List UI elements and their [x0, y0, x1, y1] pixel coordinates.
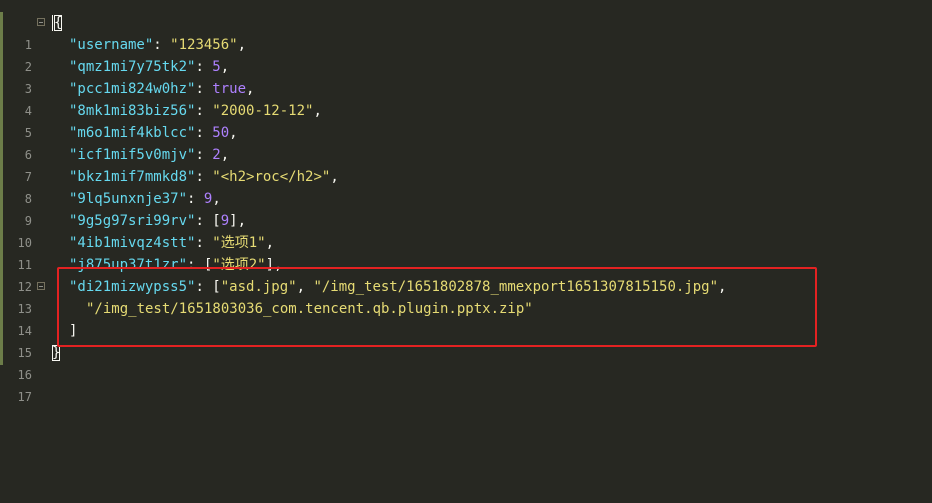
json-number-value: 5 [212, 59, 221, 75]
code-line[interactable]: 6 "m6o1mif4kblcc": 50, [0, 122, 932, 162]
code-line[interactable]: 4 "pcc1mi824w0hz": true, [0, 78, 932, 118]
code-line[interactable]: 14 "/img_test/1651803036_com.tencent.qb.… [0, 298, 932, 338]
json-key: "9lq5unxnje37" [69, 191, 188, 207]
code-line[interactable]: 10 "9g5g97sri99rv": [9], [0, 210, 932, 250]
json-open-brace: { [54, 15, 63, 31]
json-string-value: "asd.jpg" [220, 279, 297, 295]
json-close-bracket: ] [69, 323, 78, 339]
code-line[interactable]: 5 "8mk1mi83biz56": "2000-12-12", [0, 100, 932, 140]
json-string-value: "123456" [170, 37, 238, 53]
json-number-value: 2 [212, 147, 221, 163]
code-editor[interactable]: 1 { 2 "username": "123456", 3 "qmz1mi7y7… [0, 0, 932, 503]
code-line[interactable]: 2 "username": "123456", [0, 34, 932, 74]
json-boolean-value: true [212, 81, 247, 97]
json-string-value: "2000-12-12" [212, 103, 314, 119]
json-string-value: "<h2>roc</h2>" [212, 169, 331, 185]
code-line[interactable]: 8 "bkz1mif7mmkd8": "<h2>roc</h2>", [0, 166, 932, 206]
json-key: "4ib1mivqz4stt" [69, 235, 196, 251]
json-key: "username" [69, 37, 154, 53]
json-key: "9g5g97sri99rv" [69, 213, 196, 229]
fold-toggle-icon[interactable] [37, 18, 45, 26]
json-key: "j875up37t1zr" [69, 257, 188, 273]
code-line[interactable]: 17 [0, 364, 932, 404]
code-line[interactable]: 12 "j875up37t1zr": ["选项2"], [0, 254, 932, 294]
json-string-value: "/img_test/1651802878_mmexport1651307815… [313, 279, 719, 295]
json-key: "8mk1mi83biz56" [69, 103, 196, 119]
code-lines[interactable]: 1 { 2 "username": "123456", 3 "qmz1mi7y7… [0, 12, 932, 404]
line-number: 17 [17, 390, 32, 404]
json-string-value: "选项2" [212, 257, 266, 273]
code-line[interactable]: 15 ] [0, 320, 932, 360]
json-number-value: 50 [212, 125, 230, 141]
code-line[interactable]: 11 "4ib1mivqz4stt": "选项1", [0, 232, 932, 272]
json-key: "icf1mif5v0mjv" [69, 147, 196, 163]
code-line[interactable]: 7 "icf1mif5v0mjv": 2, [0, 144, 932, 184]
json-key: "qmz1mi7y75tk2" [69, 59, 196, 75]
code-line[interactable]: 16 } [0, 342, 932, 382]
code-line[interactable]: 13 "di21mizwypss5": ["asd.jpg", "/img_te… [0, 276, 932, 316]
json-key: "m6o1mif4kblcc" [69, 125, 196, 141]
json-key: "di21mizwypss5" [69, 279, 196, 295]
json-string-value: "/img_test/1651803036_com.tencent.qb.plu… [86, 301, 533, 317]
text-cursor [52, 15, 53, 31]
json-number-value: 9 [220, 213, 230, 229]
fold-toggle-icon[interactable] [37, 282, 45, 290]
code-line[interactable]: 9 "9lq5unxnje37": 9, [0, 188, 932, 228]
json-string-value: "选项1" [212, 235, 266, 251]
json-close-brace: } [52, 345, 61, 361]
code-line[interactable]: 3 "qmz1mi7y75tk2": 5, [0, 56, 932, 96]
json-key: "pcc1mi824w0hz" [69, 81, 196, 97]
json-key: "bkz1mif7mmkd8" [69, 169, 196, 185]
code-line[interactable]: 1 { [0, 12, 932, 52]
